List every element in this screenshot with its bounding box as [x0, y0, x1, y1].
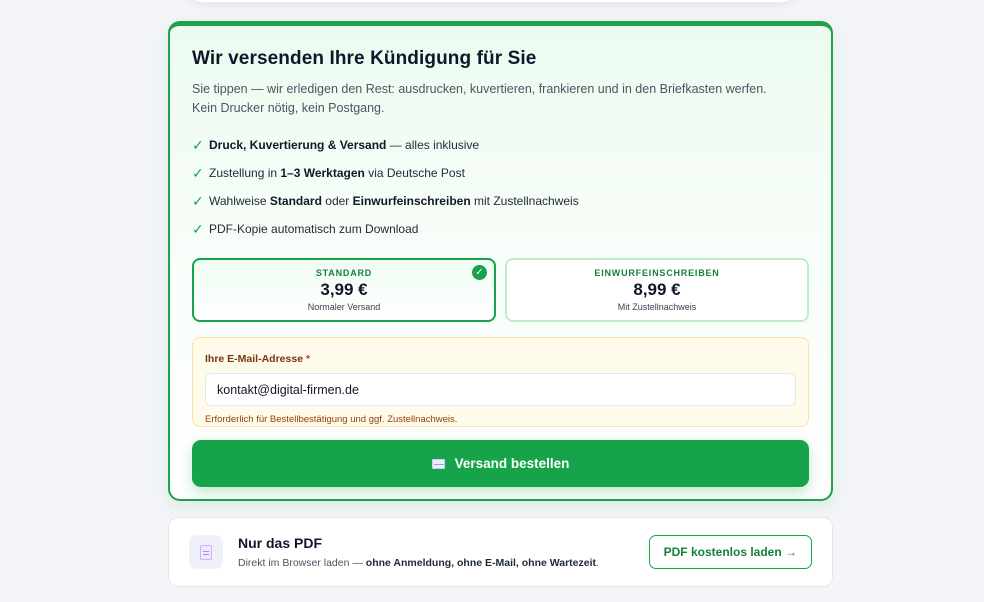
check-icon: ✓ [192, 164, 204, 181]
check-icon: ✓ [192, 136, 204, 153]
pdf-text: Nur das PDF Direkt im Browser laden — oh… [238, 535, 599, 569]
shipping-service-card: Wir versenden Ihre Kündigung für Sie Sie… [168, 21, 833, 501]
option-label: EINWURFEINSCHREIBEN [594, 268, 720, 278]
check-icon: ✓ [192, 192, 204, 209]
document-icon [200, 544, 212, 560]
feature-item: ✓ Druck, Kuvertierung & Versand — alles … [192, 131, 809, 159]
shipping-title: Wir versenden Ihre Kündigung für Sie [192, 48, 537, 69]
pdf-only-card: Nur das PDF Direkt im Browser laden — oh… [168, 517, 833, 587]
feature-text: Wahlweise Standard oder Einwurfeinschrei… [209, 194, 579, 208]
feature-text: Druck, Kuvertierung & Versand — alles in… [209, 138, 480, 152]
feature-list: ✓ Druck, Kuvertierung & Versand — alles … [192, 131, 809, 243]
option-einwurfeinschreiben[interactable]: EINWURFEINSCHREIBEN 8,99 € Mit Zustellna… [505, 258, 809, 322]
pdf-description: Direkt im Browser laden — ohne Anmeldung… [238, 557, 599, 569]
envelope-icon [431, 458, 445, 469]
order-shipping-button[interactable]: Versand bestellen [192, 440, 809, 487]
option-standard[interactable]: ✓ STANDARD 3,99 € Normaler Versand [192, 258, 496, 322]
feature-text: PDF-Kopie automatisch zum Download [209, 222, 419, 236]
email-label: Ihre E-Mail-Adresse * [205, 353, 311, 365]
option-label: STANDARD [315, 268, 373, 278]
email-hint: Erforderlich für Bestellbestätigung und … [205, 414, 458, 425]
email-section: Ihre E-Mail-Adresse * Erforderlich für B… [192, 337, 809, 427]
selected-check-icon: ✓ [472, 265, 487, 280]
feature-item: ✓ PDF-Kopie automatisch zum Download [192, 215, 809, 243]
pdf-icon-container [189, 535, 223, 569]
email-field[interactable] [205, 373, 796, 406]
previous-card-edge [188, 0, 796, 2]
check-icon: ✓ [192, 220, 204, 237]
shipping-subtitle: Sie tippen — wir erledigen den Rest: aus… [192, 82, 767, 115]
feature-text: Zustellung in 1–3 Werktagen via Deutsche… [209, 166, 465, 180]
shipping-options: ✓ STANDARD 3,99 € Normaler Versand EINWU… [192, 258, 809, 322]
pdf-title: Nur das PDF [238, 535, 323, 551]
option-price: 8,99 € [633, 280, 681, 299]
feature-item: ✓ Wahlweise Standard oder Einwurfeinschr… [192, 187, 809, 215]
order-button-label: Versand bestellen [454, 456, 570, 471]
option-description: Normaler Versand [307, 302, 381, 312]
option-description: Mit Zustellnachweis [617, 302, 697, 312]
pdf-download-button[interactable]: PDF kostenlos laden → [648, 535, 812, 569]
feature-item: ✓ Zustellung in 1–3 Werktagen via Deutsc… [192, 159, 809, 187]
option-price: 3,99 € [320, 280, 368, 299]
